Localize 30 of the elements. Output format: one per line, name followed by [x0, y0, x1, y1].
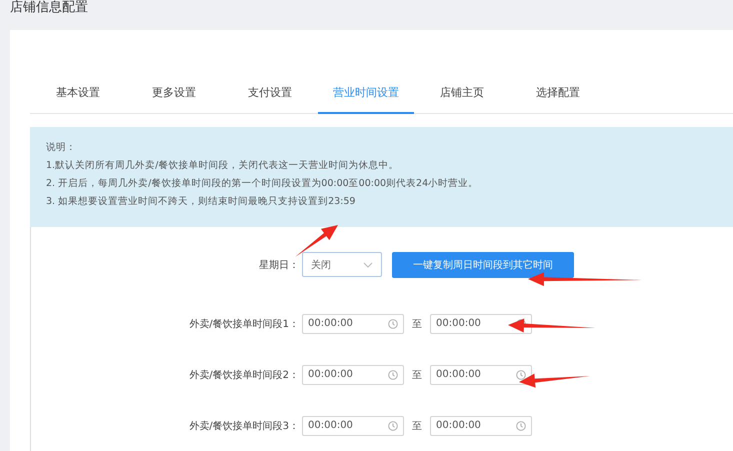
time-input[interactable]: 00:00:00: [430, 416, 532, 436]
period-label: 外卖/餐饮接单时间段3：: [188, 420, 300, 432]
clock-icon: [516, 370, 526, 380]
clock-icon: [388, 420, 398, 430]
clock-icon: [388, 370, 398, 380]
clock-icon: [516, 420, 526, 430]
tab[interactable]: 支付设置: [222, 72, 318, 114]
notice-line: 2. 开启后，每周几外卖/餐饮接单时间段的第一个时间段设置为00:00至00:00则代表24小时营业。: [46, 177, 480, 191]
time-input[interactable]: 00:00:00: [302, 314, 404, 334]
notice-title: 说明：: [46, 141, 77, 155]
notice-line: 1.默认关闭所有周几外卖/餐饮接单时间段，关闭代表这一天营业时间为休息中。: [46, 159, 400, 173]
period-label: 外卖/餐饮接单时间段1：: [188, 318, 300, 330]
clock-icon: [388, 318, 398, 328]
time-input[interactable]: 00:00:00: [302, 364, 404, 384]
chevron-down-icon: [363, 262, 373, 268]
day-select[interactable]: 关闭: [302, 252, 382, 277]
time-input[interactable]: 00:00:00: [430, 314, 532, 334]
page-title: 店铺信息配置: [9, 0, 89, 17]
time-input[interactable]: 00:00:00: [430, 364, 532, 384]
range-separator: 至: [412, 420, 422, 432]
tab[interactable]: 店铺主页: [414, 72, 510, 114]
tab[interactable]: 选择配置: [510, 72, 606, 114]
range-separator: 至: [412, 318, 422, 330]
day-label: 星期日：: [258, 258, 300, 272]
tab[interactable]: 更多设置: [126, 72, 222, 114]
period-label: 外卖/餐饮接单时间段2：: [188, 368, 300, 382]
notice-line: 3. 如果想要设置营业时间不跨天，则结束时间最晚只支持设置到23:59: [46, 195, 356, 209]
tab[interactable]: 基本设置: [30, 72, 126, 114]
time-input[interactable]: 00:00:00: [302, 416, 404, 436]
range-separator: 至: [412, 368, 422, 382]
